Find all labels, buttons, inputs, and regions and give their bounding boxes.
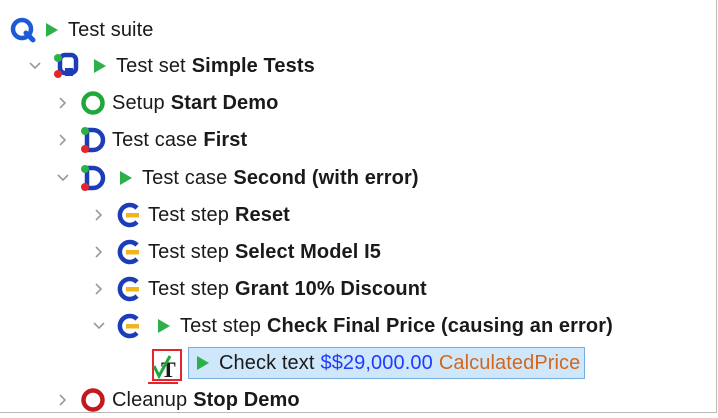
cleanup-prefix: Cleanup — [112, 388, 188, 411]
test-step-icon — [116, 276, 142, 302]
test-step-select-name: Select Model I5 — [234, 240, 381, 263]
tree-node-check-text[interactable]: T Check text $$29,000.00 CalculatedPrice — [148, 345, 586, 384]
tree-node-test-case-first[interactable]: Test case First — [52, 122, 247, 158]
chevron-right-icon[interactable] — [88, 197, 110, 233]
test-case-first-name: First — [203, 128, 248, 151]
setup-icon — [80, 90, 106, 116]
test-case-icon — [80, 127, 106, 153]
play-icon — [118, 169, 134, 187]
check-text-icon: T — [148, 348, 182, 384]
play-icon — [156, 317, 172, 335]
chevron-right-icon[interactable] — [52, 122, 74, 158]
test-set-prefix: Test set — [116, 54, 186, 77]
test-step-icon — [116, 202, 142, 228]
chevron-right-icon[interactable] — [88, 271, 110, 307]
test-step-check-name: Check Final Price (causing an error) — [266, 314, 613, 337]
setup-prefix: Setup — [112, 91, 165, 114]
test-step-reset-name: Reset — [234, 203, 290, 226]
selected-node-highlight[interactable]: Check text $$29,000.00 CalculatedPrice — [188, 347, 586, 379]
qf-test-suite-icon — [10, 17, 36, 43]
test-set-name: Simple Tests — [191, 54, 315, 77]
test-step-check-prefix: Test step — [180, 314, 261, 337]
chevron-down-icon[interactable] — [24, 48, 46, 84]
setup-name: Start Demo — [170, 91, 279, 114]
play-icon — [44, 21, 60, 39]
test-step-icon — [116, 239, 142, 265]
tree-node-cleanup[interactable]: Cleanup Stop Demo — [52, 382, 300, 418]
tree-node-test-step-check-final-price[interactable]: Test step Check Final Price (causing an … — [88, 308, 613, 344]
test-step-grant-prefix: Test step — [148, 277, 229, 300]
tree-node-test-step-grant-discount[interactable]: Test step Grant 10% Discount — [88, 271, 427, 307]
chevron-right-icon[interactable] — [52, 382, 74, 418]
tree-view: Test suite Test set Simple Tests Setup S… — [0, 0, 717, 413]
cleanup-name: Stop Demo — [193, 388, 300, 411]
tree-node-test-set[interactable]: Test set Simple Tests — [24, 48, 315, 84]
check-text-prefix: Check text — [219, 351, 315, 374]
test-step-reset-prefix: Test step — [148, 203, 229, 226]
tree-node-test-step-select-model[interactable]: Test step Select Model I5 — [88, 234, 381, 270]
test-case-second-prefix: Test case — [142, 166, 228, 189]
chevron-down-icon[interactable] — [88, 308, 110, 344]
test-step-icon — [116, 313, 142, 339]
cleanup-icon — [80, 387, 106, 413]
check-text-component: CalculatedPrice — [438, 351, 581, 374]
test-step-select-prefix: Test step — [148, 240, 229, 263]
tree-node-test-case-second[interactable]: Test case Second (with error) — [52, 160, 419, 196]
tree-node-test-suite[interactable]: Test suite — [10, 12, 153, 48]
test-step-grant-name: Grant 10% Discount — [234, 277, 427, 300]
play-icon — [195, 354, 211, 372]
tree-node-test-step-reset[interactable]: Test step Reset — [88, 197, 290, 233]
check-text-value: $$29,000.00 — [320, 351, 433, 374]
test-case-icon — [80, 165, 106, 191]
test-suite-label: Test suite — [68, 18, 154, 41]
test-case-second-name: Second (with error) — [233, 166, 419, 189]
play-icon — [92, 57, 108, 75]
chevron-right-icon[interactable] — [88, 234, 110, 270]
tree-node-setup[interactable]: Setup Start Demo — [52, 85, 278, 121]
chevron-down-icon[interactable] — [52, 160, 74, 196]
chevron-right-icon[interactable] — [52, 85, 74, 121]
test-case-first-prefix: Test case — [112, 128, 198, 151]
test-set-icon — [52, 52, 82, 79]
